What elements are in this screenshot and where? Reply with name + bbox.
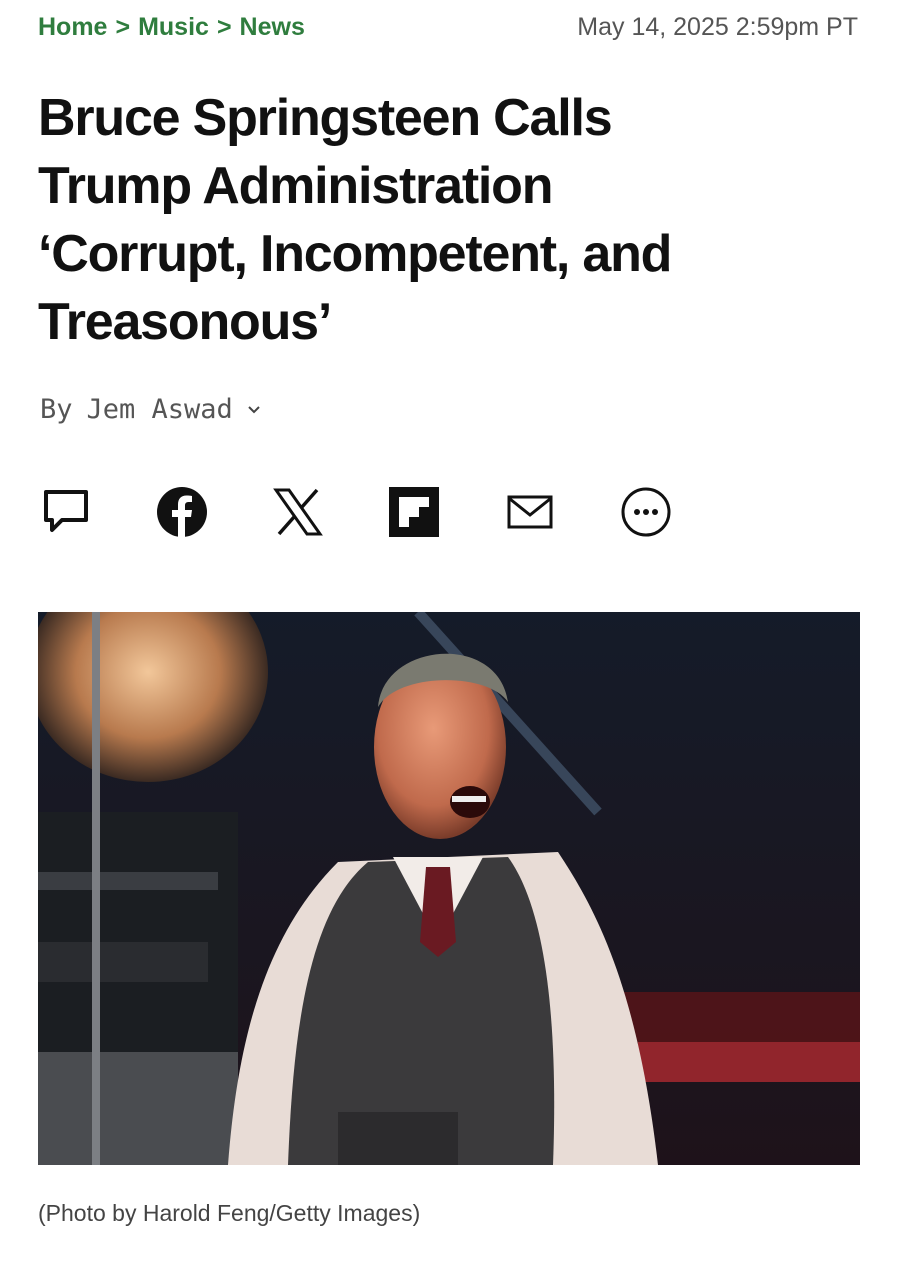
top-bar: Home > Music > News May 14, 2025 2:59pm … [38, 10, 858, 44]
photo-caption: (Photo by Harold Feng/Getty Images) [38, 1200, 421, 1226]
email-icon[interactable] [502, 484, 558, 540]
facebook-icon[interactable] [154, 484, 210, 540]
article-headline: Bruce Springsteen Calls Trump Administra… [38, 84, 858, 356]
headline-line: ‘Corrupt, Incompetent, and [38, 225, 672, 283]
concert-performer-image [38, 612, 860, 1165]
flipboard-icon[interactable] [386, 484, 442, 540]
author-name[interactable]: Jem Aswad [87, 394, 233, 425]
breadcrumb-separator: > [216, 12, 232, 41]
byline: By Jem Aswad [40, 394, 261, 425]
chevron-down-icon[interactable] [247, 405, 261, 415]
x-icon[interactable] [270, 484, 326, 540]
article-photo [38, 612, 860, 1165]
headline-line: Treasonous’ [38, 293, 332, 351]
breadcrumb-news[interactable]: News [240, 13, 305, 42]
breadcrumb-music[interactable]: Music [138, 13, 209, 42]
share-bar [38, 484, 674, 540]
publish-timestamp: May 14, 2025 2:59pm PT [577, 12, 858, 41]
breadcrumb-home[interactable]: Home [38, 13, 107, 42]
byline-prefix: By [40, 394, 73, 425]
more-icon[interactable] [618, 484, 674, 540]
headline-line: Bruce Springsteen Calls [38, 89, 613, 147]
breadcrumb-separator: > [115, 12, 131, 41]
breadcrumb: Home > Music > News [38, 13, 305, 42]
comment-icon[interactable] [38, 484, 94, 540]
headline-line: Trump Administration [38, 157, 554, 215]
